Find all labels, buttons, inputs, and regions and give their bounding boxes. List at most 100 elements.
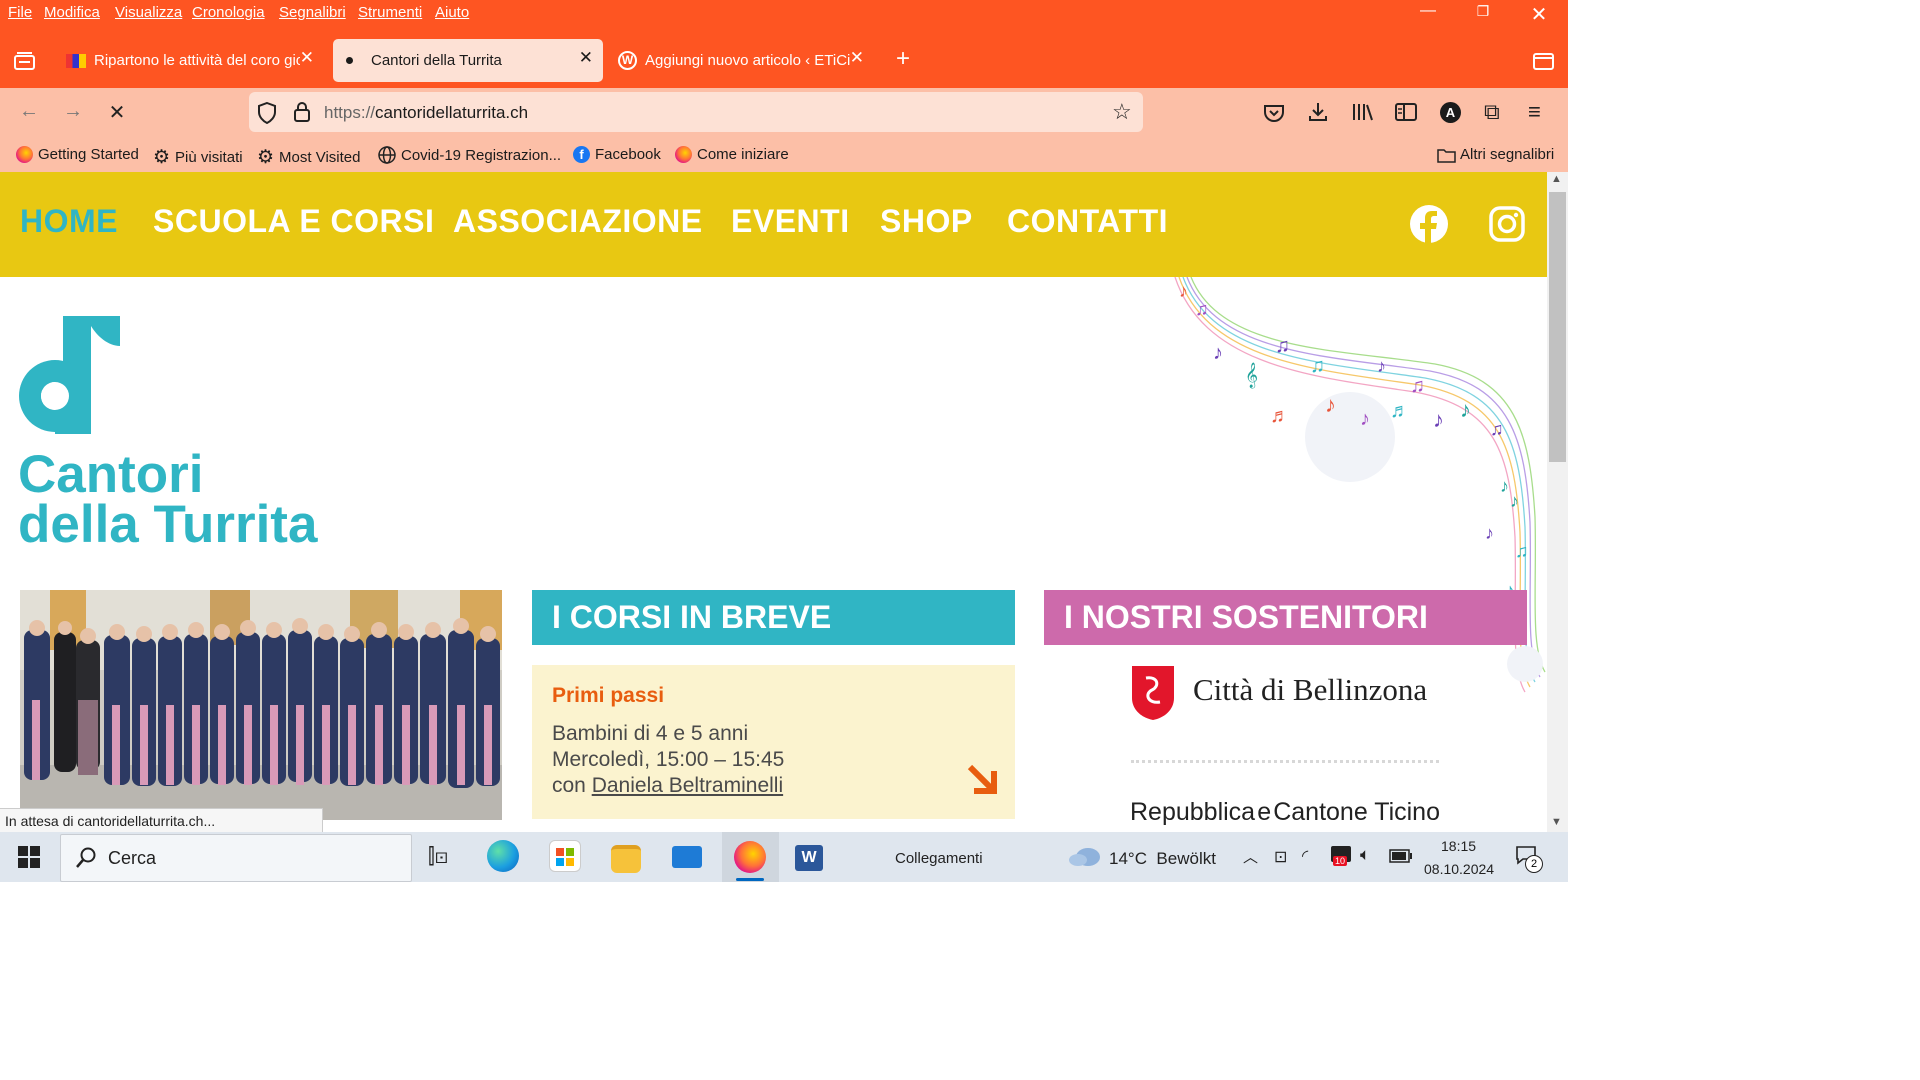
bookmark-most-visited[interactable]: ⚙ Most Visited <box>257 146 360 169</box>
clock-time[interactable]: 18:15 <box>1441 838 1476 854</box>
taskbar-links-toolbar[interactable]: Collegamenti <box>895 850 983 867</box>
tab-ripartono[interactable]: Ripartono le attività del coro gio ✕ <box>58 39 324 82</box>
stop-loading-icon[interactable]: ✕ <box>102 100 132 125</box>
close-tab-icon[interactable]: ✕ <box>579 48 593 68</box>
sponsors-header: I NOSTRI SOSTENITORI <box>1044 590 1527 645</box>
show-hidden-icons-icon[interactable]: ︿ <box>1243 846 1258 867</box>
notification-badge-app[interactable]: 10 <box>1331 846 1351 866</box>
menu-bar: File Modifica Visualizza Cronologia Segn… <box>0 0 1568 26</box>
scroll-up-icon[interactable]: ▲ <box>1551 173 1562 185</box>
lock-icon[interactable] <box>293 101 311 123</box>
svg-text:♪: ♪ <box>1377 356 1386 376</box>
list-all-tabs-icon[interactable] <box>1533 51 1555 71</box>
sponsor-bellinzona[interactable]: Città di Bellinzona <box>1193 672 1427 708</box>
library-icon[interactable] <box>1351 102 1375 122</box>
bookmark-label: Most Visited <box>279 149 361 166</box>
site-nav-contatti[interactable]: CONTATTI <box>1007 203 1168 240</box>
bookmark-label: Covid-19 Registrazion... <box>401 146 562 164</box>
minimize-icon[interactable]: — <box>1413 2 1443 20</box>
site-nav-home[interactable]: HOME <box>20 203 118 240</box>
edge-icon[interactable] <box>487 840 519 872</box>
menu-aiuto[interactable]: Aiuto <box>435 4 469 21</box>
bookmark-covid[interactable]: Covid-19 Registrazion... <box>378 146 561 164</box>
arrow-down-right-icon[interactable] <box>966 763 998 795</box>
menu-segnalibri[interactable]: Segnalibri <box>279 4 346 21</box>
svg-text:𝄞: 𝄞 <box>1245 362 1258 388</box>
svg-text:♪: ♪ <box>1510 491 1519 511</box>
taskbar-search-box[interactable]: Cerca <box>60 834 412 882</box>
menu-modifica[interactable]: Modifica <box>44 4 100 21</box>
other-bookmarks[interactable]: Altri segnalibri <box>1437 146 1554 163</box>
gear-icon: ⚙ <box>257 147 275 168</box>
tab-cantori[interactable]: Cantori della Turrita ✕ <box>333 39 603 82</box>
new-tab-icon[interactable]: + <box>896 45 910 73</box>
notification-center[interactable]: 2 <box>1515 845 1545 873</box>
instagram-icon[interactable] <box>1489 206 1525 242</box>
site-nav-associazione[interactable]: ASSOCIAZIONE <box>453 203 703 240</box>
scrollbar-thumb[interactable] <box>1549 192 1566 462</box>
close-tab-icon[interactable]: ✕ <box>850 48 864 68</box>
menu-strumenti[interactable]: Strumenti <box>358 4 422 21</box>
close-window-icon[interactable]: ✕ <box>1524 2 1554 27</box>
volume-icon[interactable]: 🔈︎ <box>1360 845 1370 865</box>
url-host: cantoridellaturrita.ch <box>375 103 529 122</box>
bookmark-come-iniziare[interactable]: Come iniziare <box>675 146 789 163</box>
mail-icon[interactable] <box>672 846 702 868</box>
sidebar-icon[interactable] <box>1395 103 1417 121</box>
downloads-icon[interactable] <box>1307 101 1329 123</box>
status-panel: In attesa di cantoridellaturrita.ch... <box>0 808 323 833</box>
svg-text:♪: ♪ <box>1360 408 1370 430</box>
bookmark-piu-visitati[interactable]: ⚙ Più visitati <box>153 146 243 169</box>
menu-file[interactable]: File <box>8 4 32 21</box>
clock-date[interactable]: 08.10.2024 <box>1424 861 1494 877</box>
url-bar[interactable]: https://cantoridellaturrita.ch ☆ <box>249 92 1143 132</box>
url-scheme: https:// <box>324 103 376 122</box>
menu-cronologia[interactable]: Cronologia <box>192 4 265 21</box>
task-view-icon[interactable]: ⫿⊡ <box>428 845 448 869</box>
file-explorer-icon[interactable] <box>611 845 641 873</box>
scroll-down-icon[interactable]: ▼ <box>1551 816 1562 828</box>
site-nav-shop[interactable]: SHOP <box>880 203 973 240</box>
tab-title: Ripartono le attività del coro gio <box>94 52 300 69</box>
tab-aggiungi[interactable]: W Aggiungi nuovo articolo ‹ ETiCin ✕ <box>612 39 874 82</box>
site-favicon-icon <box>66 53 86 68</box>
facebook-icon: f <box>573 146 590 163</box>
wifi-icon[interactable]: ◜ <box>1302 846 1308 866</box>
restore-icon[interactable]: ❐ <box>1468 3 1498 20</box>
hamburger-menu-icon[interactable]: ≡ <box>1528 99 1541 125</box>
url-text[interactable]: https://cantoridellaturrita.ch <box>324 103 528 123</box>
svg-text:♫: ♫ <box>1275 335 1290 357</box>
word-icon[interactable]: W <box>795 845 823 871</box>
back-icon[interactable]: ← <box>14 100 44 123</box>
app-badge-count: 10 <box>1333 856 1348 866</box>
course-card[interactable]: Primi passi Bambini di 4 e 5 anni Mercol… <box>532 665 1015 819</box>
extensions-icon[interactable]: ⧉ <box>1484 99 1500 125</box>
account-avatar[interactable]: A <box>1440 102 1461 123</box>
taskbar-search-placeholder: Cerca <box>108 848 157 868</box>
tracking-protection-icon[interactable] <box>257 102 277 124</box>
site-nav-eventi[interactable]: EVENTI <box>731 203 850 240</box>
menu-visualizza[interactable]: Visualizza <box>115 4 182 21</box>
close-tab-icon[interactable]: ✕ <box>300 48 314 68</box>
taskbar-firefox-active[interactable] <box>722 832 779 882</box>
svg-text:♬: ♬ <box>1270 405 1290 427</box>
tab-manager-icon[interactable] <box>13 51 37 73</box>
firefox-icon <box>734 841 766 873</box>
facebook-icon[interactable] <box>1410 205 1448 243</box>
forward-icon[interactable]: → <box>58 100 88 123</box>
bookmark-facebook[interactable]: f Facebook <box>573 146 661 163</box>
svg-text:♫: ♫ <box>1515 541 1529 561</box>
bookmark-getting-started[interactable]: Getting Started <box>16 146 139 163</box>
meet-now-icon[interactable]: ⊡ <box>1274 847 1287 867</box>
globe-icon <box>378 146 396 164</box>
bookmark-label: Facebook <box>595 146 661 163</box>
store-icon[interactable] <box>549 840 581 872</box>
battery-icon[interactable] <box>1389 849 1413 863</box>
windows-start-icon[interactable] <box>18 846 40 868</box>
sponsor-ticino[interactable]: Repubblica e Cantone Ticino <box>1130 798 1440 827</box>
bookmark-star-icon[interactable]: ☆ <box>1112 99 1132 125</box>
site-nav-scuola-e-corsi[interactable]: SCUOLA E CORSI <box>153 203 434 240</box>
course-teacher-link[interactable]: Daniela Beltraminelli <box>592 774 783 797</box>
weather-text[interactable]: 14°C Bewölkt <box>1109 849 1216 869</box>
pocket-icon[interactable] <box>1263 103 1285 123</box>
